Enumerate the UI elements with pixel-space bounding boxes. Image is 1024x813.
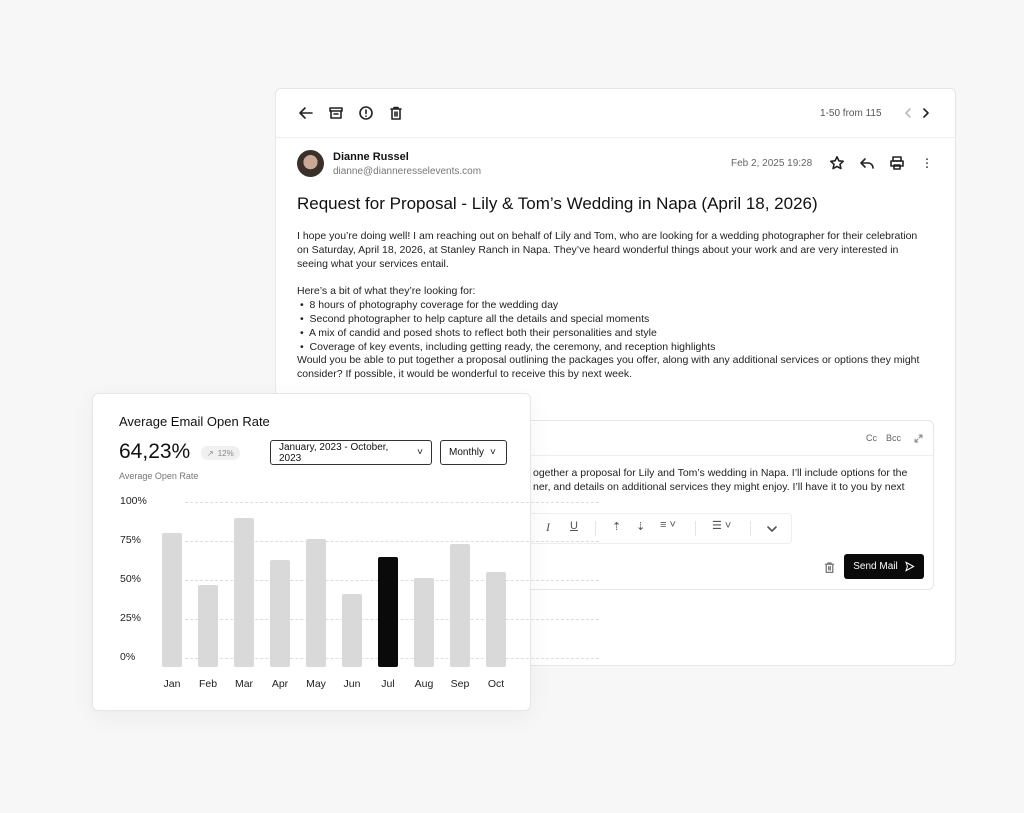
divider xyxy=(750,521,751,536)
x-tick-label: Mar xyxy=(234,678,254,690)
list-item: • A mix of candid and posed shots to ref… xyxy=(300,327,657,339)
bar-sep[interactable] xyxy=(450,544,470,667)
closing-line: Would you be able to put together a prop… xyxy=(297,354,920,366)
expand-icon[interactable] xyxy=(908,428,928,448)
x-tick-label: Oct xyxy=(487,678,505,690)
divider xyxy=(695,521,696,536)
reply-text-line[interactable]: ner, and details on additional services … xyxy=(533,481,905,493)
bar-jul[interactable] xyxy=(378,556,398,667)
reply-composer: Cc Bcc ogether a proposal for Lily and T… xyxy=(500,420,934,590)
x-tick-label: Jan xyxy=(163,678,181,690)
y-tick-label: 50% xyxy=(120,573,142,585)
chevron-down-icon: ˅ xyxy=(490,447,496,458)
archive-icon[interactable] xyxy=(326,103,346,123)
chevron-right-icon[interactable] xyxy=(916,103,936,123)
more-options-icon[interactable] xyxy=(917,153,937,173)
underline-button[interactable]: U xyxy=(570,520,578,532)
y-tick-label: 100% xyxy=(120,495,147,507)
trend-up-icon: ↗ xyxy=(207,448,214,458)
reply-icon[interactable] xyxy=(857,153,877,173)
bar-may[interactable] xyxy=(306,539,326,667)
y-tick-label: 75% xyxy=(120,534,142,546)
bar-feb[interactable] xyxy=(198,584,218,667)
gridline xyxy=(185,502,599,503)
bar-aug[interactable] xyxy=(414,578,434,667)
bcc-button[interactable]: Bcc xyxy=(886,433,901,443)
align-dropdown-icon[interactable]: ≡ ˅ xyxy=(660,519,676,531)
chevron-left-icon[interactable] xyxy=(898,103,918,123)
discard-trash-icon[interactable] xyxy=(819,557,839,577)
list-item: • Second photographer to help capture al… xyxy=(300,313,650,325)
trash-icon[interactable] xyxy=(386,103,406,123)
bar-apr[interactable] xyxy=(270,559,290,667)
interval-select[interactable]: Monthly ˅ xyxy=(440,440,507,465)
body-line: I hope you’re doing well! I am reaching … xyxy=(297,230,918,242)
x-tick-label: Sep xyxy=(450,678,470,690)
list-item: • Coverage of key events, including gett… xyxy=(300,341,716,353)
trend-value: 12% xyxy=(217,448,234,458)
email-date: Feb 2, 2025 19:28 xyxy=(731,158,813,169)
x-tick-label: Feb xyxy=(198,678,218,690)
body-line: on Saturday, April 18, 2026, at Stanley … xyxy=(297,244,899,256)
x-tick-label: Jun xyxy=(343,678,361,690)
closing-line: consider? If possible, it would be wonde… xyxy=(297,368,633,380)
list-dropdown-icon[interactable]: ☰ ˅ xyxy=(712,519,731,532)
trend-badge: ↗ 12% xyxy=(201,446,240,460)
send-icon xyxy=(904,561,915,572)
bar-jun[interactable] xyxy=(342,594,362,667)
divider xyxy=(501,455,933,456)
list-intro: Here’s a bit of what they’re looking for… xyxy=(297,285,476,297)
bar-jan[interactable] xyxy=(162,533,182,667)
avatar xyxy=(297,150,324,177)
sender-email: dianne@dianneresselevents.com xyxy=(333,166,482,177)
chart-title: Average Email Open Rate xyxy=(119,414,270,429)
y-tick-label: 25% xyxy=(120,612,142,624)
formatting-toolbar: I U ⇡ ⇣ ≡ ˅ ☰ ˅ xyxy=(521,513,792,544)
list-item-text: A mix of candid and posed shots to refle… xyxy=(308,327,657,339)
list-item-text: Coverage of key events, including gettin… xyxy=(309,341,716,353)
list-item: • 8 hours of photography coverage for th… xyxy=(300,299,559,311)
divider xyxy=(276,137,955,138)
print-icon[interactable] xyxy=(887,153,907,173)
x-tick-label: Aug xyxy=(414,678,434,690)
body-line: seeing what your services entail. xyxy=(297,258,449,270)
pagination-text: 1-50 from 115 xyxy=(820,108,882,119)
email-subject: Request for Proposal - Lily & Tom’s Wedd… xyxy=(297,194,818,213)
interval-value: Monthly xyxy=(449,447,485,458)
open-rate-value: 64,23% xyxy=(119,440,191,463)
open-rate-card: Average Email Open Rate 64,23% ↗ 12% Aver… xyxy=(92,393,599,711)
star-icon[interactable] xyxy=(827,153,847,173)
send-mail-button[interactable]: Send Mail xyxy=(844,554,924,579)
chevron-down-icon: ˅ xyxy=(417,447,423,458)
y-tick-label: 0% xyxy=(120,651,136,663)
open-rate-label: Average Open Rate xyxy=(119,471,199,481)
x-tick-label: Jul xyxy=(381,678,395,690)
chevron-down-icon[interactable] xyxy=(762,519,782,539)
indent-up-icon[interactable]: ⇡ xyxy=(612,520,621,533)
divider xyxy=(595,521,596,536)
bar-mar[interactable] xyxy=(234,517,254,667)
date-range-select[interactable]: January, 2023 - October, 2023 ˅ xyxy=(270,440,432,465)
report-spam-icon[interactable] xyxy=(356,103,376,123)
back-arrow-icon[interactable] xyxy=(296,103,316,123)
italic-button[interactable]: I xyxy=(546,520,550,535)
date-range-value: January, 2023 - October, 2023 xyxy=(279,441,389,464)
sender-name: Dianne Russel xyxy=(333,151,409,163)
indent-down-icon[interactable]: ⇣ xyxy=(636,520,645,533)
list-item-text: Second photographer to help capture all … xyxy=(309,313,650,325)
cc-button[interactable]: Cc xyxy=(866,433,877,443)
reply-text-line[interactable]: ogether a proposal for Lily and Tom’s we… xyxy=(533,467,907,479)
send-mail-label: Send Mail xyxy=(853,561,898,572)
list-item-text: 8 hours of photography coverage for the … xyxy=(309,299,559,311)
x-tick-label: Apr xyxy=(271,678,289,690)
x-tick-label: May xyxy=(306,678,326,690)
bar-oct[interactable] xyxy=(486,572,506,667)
